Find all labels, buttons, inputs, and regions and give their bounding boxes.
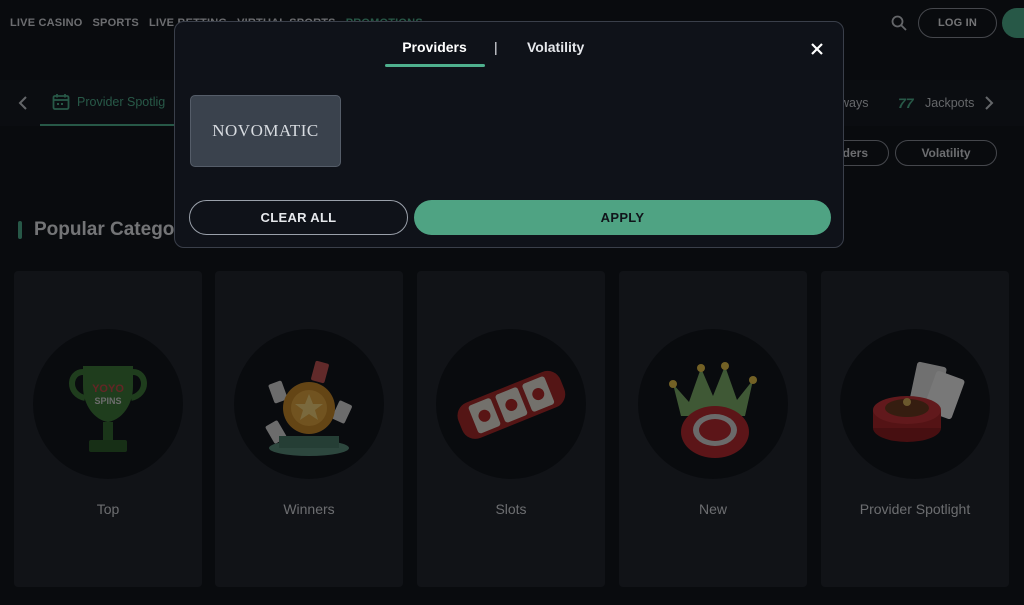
active-tab-underline [385, 64, 485, 67]
clear-all-button[interactable]: CLEAR ALL [189, 200, 408, 235]
tab-volatility[interactable]: Volatility [527, 39, 584, 55]
provider-option-novomatic[interactable]: NOVOMATIC [190, 95, 341, 167]
filter-modal: Providers | Volatility NOVOMATIC CLEAR A… [174, 21, 844, 248]
apply-button[interactable]: APPLY [414, 200, 831, 235]
tab-providers[interactable]: Providers [385, 39, 485, 67]
tab-separator: | [494, 39, 498, 55]
provider-logo: NOVOMATIC [212, 121, 319, 140]
close-icon[interactable] [808, 40, 826, 58]
tab-providers-label: Providers [402, 39, 467, 55]
